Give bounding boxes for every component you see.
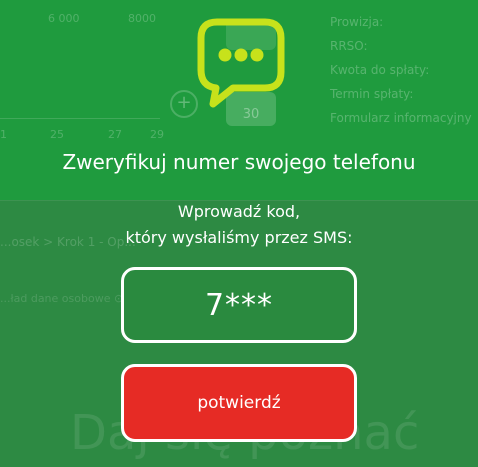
subtitle-line: który wysłaliśmy przez SMS:	[125, 228, 353, 247]
confirm-button-label: potwierdź	[197, 393, 281, 413]
modal-subtitle: Wprowadź kod, który wysłaliśmy przez SMS…	[0, 199, 478, 251]
subtitle-line: Wprowadź kod,	[177, 202, 301, 221]
confirm-button[interactable]: potwierdź	[121, 364, 357, 442]
sms-code-input[interactable]: 7***	[121, 267, 357, 343]
modal-title: Zweryfikuj numer swojego telefonu	[62, 150, 416, 174]
chat-bubble-icon	[197, 18, 285, 108]
sms-verification-modal: Zweryfikuj numer swojego telefonu Wprowa…	[0, 0, 478, 467]
